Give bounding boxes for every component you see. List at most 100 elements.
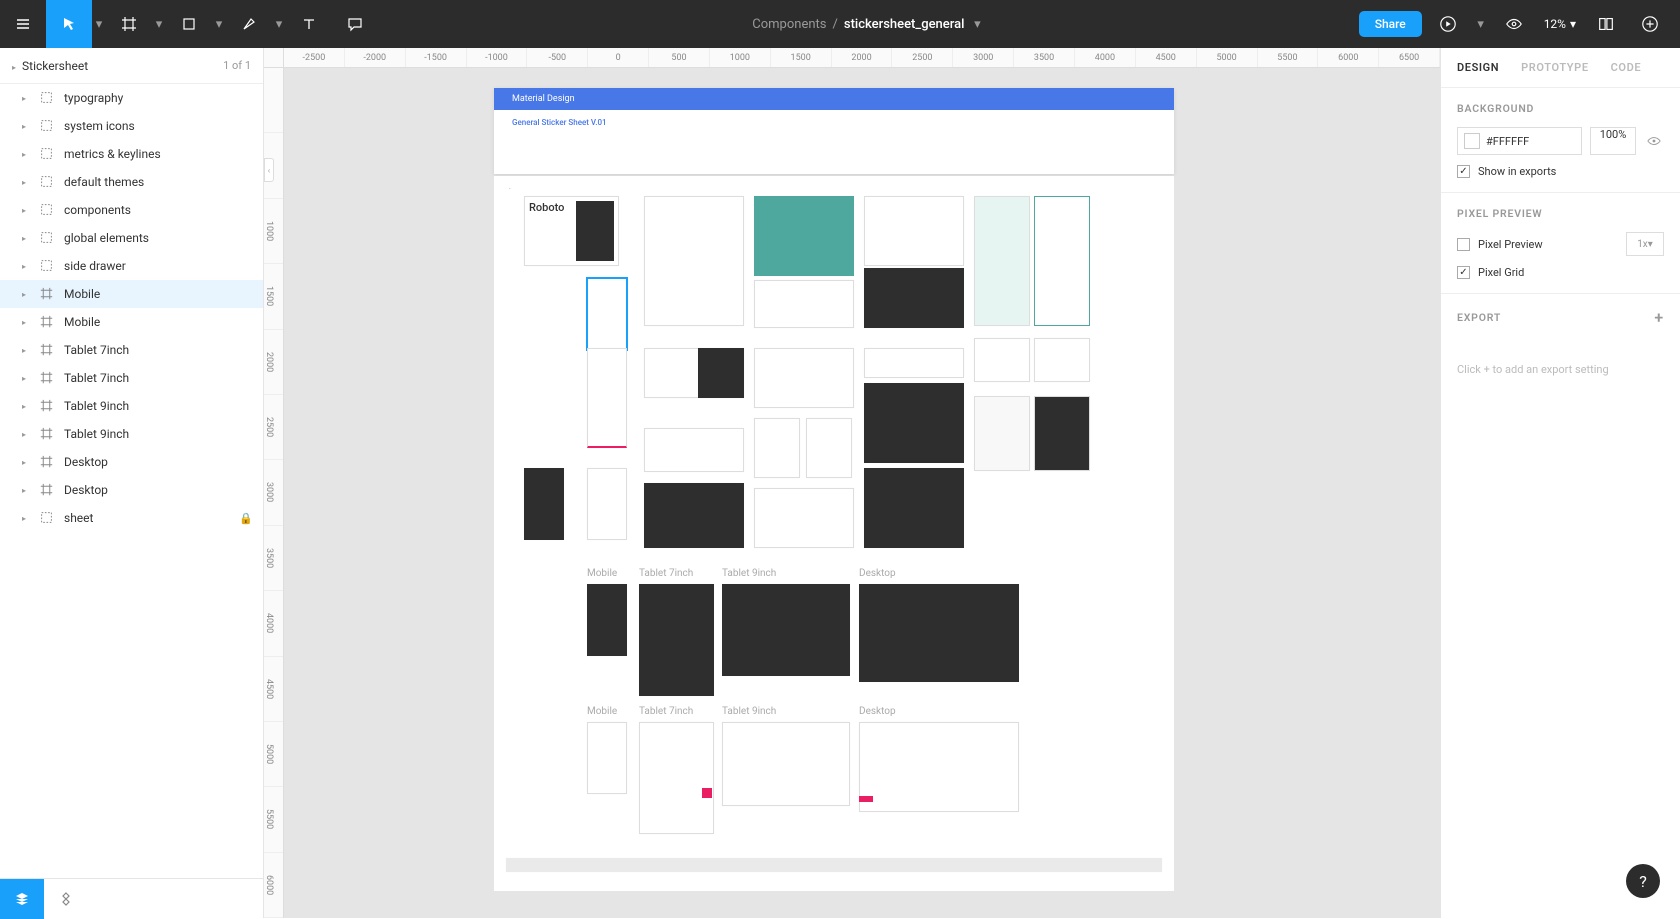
layer-row[interactable]: ▸Mobile [0,308,263,336]
frame-tablet-9[interactable] [722,584,850,676]
move-tool-dropdown[interactable]: ▾ [92,17,106,32]
thumb[interactable] [1034,338,1090,382]
layer-row[interactable]: ▸Tablet 7inch [0,336,263,364]
pixel-grid-checkbox[interactable] [1457,266,1470,279]
layer-row[interactable]: ▸system icons [0,112,263,140]
layer-row[interactable]: ▸side drawer [0,252,263,280]
frame-tool[interactable] [106,0,152,48]
tab-prototype[interactable]: PROTOTYPE [1521,61,1588,74]
thumb[interactable] [864,196,964,266]
thumb[interactable] [754,488,854,548]
thumb[interactable] [974,196,1030,326]
layer-row[interactable]: ▸Tablet 9inch [0,420,263,448]
help-button[interactable]: ? [1626,864,1660,898]
thumb[interactable] [754,196,854,276]
thumb[interactable] [864,468,964,548]
pixel-preview-scale[interactable]: 1x ▾ [1626,232,1664,256]
file-dropdown[interactable]: ▾ [970,17,984,32]
panel-collapse-button[interactable]: ‹ [264,158,274,182]
pen-tool[interactable] [226,0,272,48]
move-tool[interactable] [46,0,92,48]
caret-right-icon[interactable]: ▸ [22,290,30,299]
caret-right-icon[interactable]: ▸ [22,94,30,103]
caret-right-icon[interactable]: ▸ [22,486,30,495]
library-button[interactable] [1588,0,1624,48]
present-dropdown[interactable]: ▾ [1474,17,1488,32]
canvas[interactable]: Material Design General Sticker Sheet V.… [284,68,1440,918]
tab-design[interactable]: DESIGN [1457,61,1499,74]
zoom-control[interactable]: 12% ▾ [1540,17,1580,31]
frame-mobile[interactable] [587,584,627,656]
caret-right-icon[interactable]: ▸ [22,234,30,243]
thumb[interactable] [754,280,854,328]
frame-tablet-7-2[interactable] [639,722,714,834]
layer-row[interactable]: ▸typography [0,84,263,112]
thumb[interactable] [644,428,744,472]
caret-right-icon[interactable]: ▸ [22,430,30,439]
layer-row[interactable]: ▸Mobile [0,280,263,308]
frame-tablet-9-2[interactable] [722,722,850,806]
thumb[interactable] [754,418,800,478]
thumb[interactable] [974,338,1030,382]
share-button[interactable]: Share [1359,11,1422,37]
caret-right-icon[interactable]: ▸ [22,346,30,355]
caret-right-icon[interactable]: ▸ [22,178,30,187]
layer-row[interactable]: ▸Desktop [0,448,263,476]
frame-mobile-2[interactable] [587,722,627,794]
thumb[interactable] [698,348,744,398]
view-settings-button[interactable] [1496,0,1532,48]
bg-opacity-input[interactable]: 100% [1590,127,1636,155]
thumb[interactable] [644,483,744,548]
breadcrumb-current[interactable]: stickersheet_general [844,17,965,32]
shape-tool[interactable] [166,0,212,48]
layer-row[interactable]: ▸Tablet 9inch [0,392,263,420]
thumb[interactable] [864,348,964,378]
frame-tool-dropdown[interactable]: ▾ [152,17,166,32]
thumb[interactable] [864,268,964,328]
comment-tool[interactable] [332,0,378,48]
frame-desktop-2[interactable] [859,722,1019,812]
layers-tab-button[interactable] [0,879,44,919]
bg-hex-input[interactable]: #FFFFFF [1457,127,1582,155]
frame-tablet-7[interactable] [639,584,714,696]
pixel-preview-checkbox[interactable] [1457,238,1470,251]
layer-row[interactable]: ▸Desktop [0,476,263,504]
caret-right-icon[interactable]: ▸ [22,318,30,327]
sheet-footer[interactable] [506,858,1162,872]
caret-right-icon[interactable]: ▸ [22,458,30,467]
add-button[interactable] [1632,0,1668,48]
frame-desktop[interactable] [859,584,1019,682]
thumb[interactable] [587,348,627,448]
thumb[interactable] [587,468,627,540]
thumb[interactable] [1034,396,1090,471]
add-export-button[interactable]: + [1654,308,1664,327]
text-tool[interactable] [286,0,332,48]
caret-right-icon[interactable]: ▸ [22,374,30,383]
pen-tool-dropdown[interactable]: ▾ [272,17,286,32]
caret-right-icon[interactable]: ▸ [22,402,30,411]
thumb-typography[interactable]: Roboto [524,196,619,266]
assets-tab-button[interactable] [44,879,88,919]
page-header[interactable]: ▸Stickersheet 1 of 1 [0,48,263,84]
sheet-frame[interactable]: Material Design General Sticker Sheet V.… [494,88,1174,174]
thumb[interactable] [864,383,964,463]
show-exports-checkbox[interactable] [1457,165,1470,178]
layer-row[interactable]: ▸global elements [0,224,263,252]
thumb[interactable] [524,468,564,540]
thumb[interactable] [644,196,744,326]
layer-row[interactable]: ▸metrics & keylines [0,140,263,168]
layer-row[interactable]: ▸Tablet 7inch [0,364,263,392]
present-button[interactable] [1430,0,1466,48]
breadcrumb-parent[interactable]: Components [752,17,826,32]
layer-row[interactable]: ▸components [0,196,263,224]
caret-right-icon[interactable]: ▸ [22,122,30,131]
lock-icon[interactable]: 🔒 [239,512,253,525]
caret-right-icon[interactable]: ▸ [22,150,30,159]
caret-right-icon[interactable]: ▸ [22,206,30,215]
layer-row[interactable]: ▸sheet🔒 [0,504,263,532]
bg-visibility-toggle[interactable] [1644,134,1664,148]
bg-swatch[interactable] [1464,133,1480,149]
caret-right-icon[interactable]: ▸ [22,514,30,523]
thumb[interactable] [974,396,1030,471]
thumb[interactable] [1034,196,1090,326]
